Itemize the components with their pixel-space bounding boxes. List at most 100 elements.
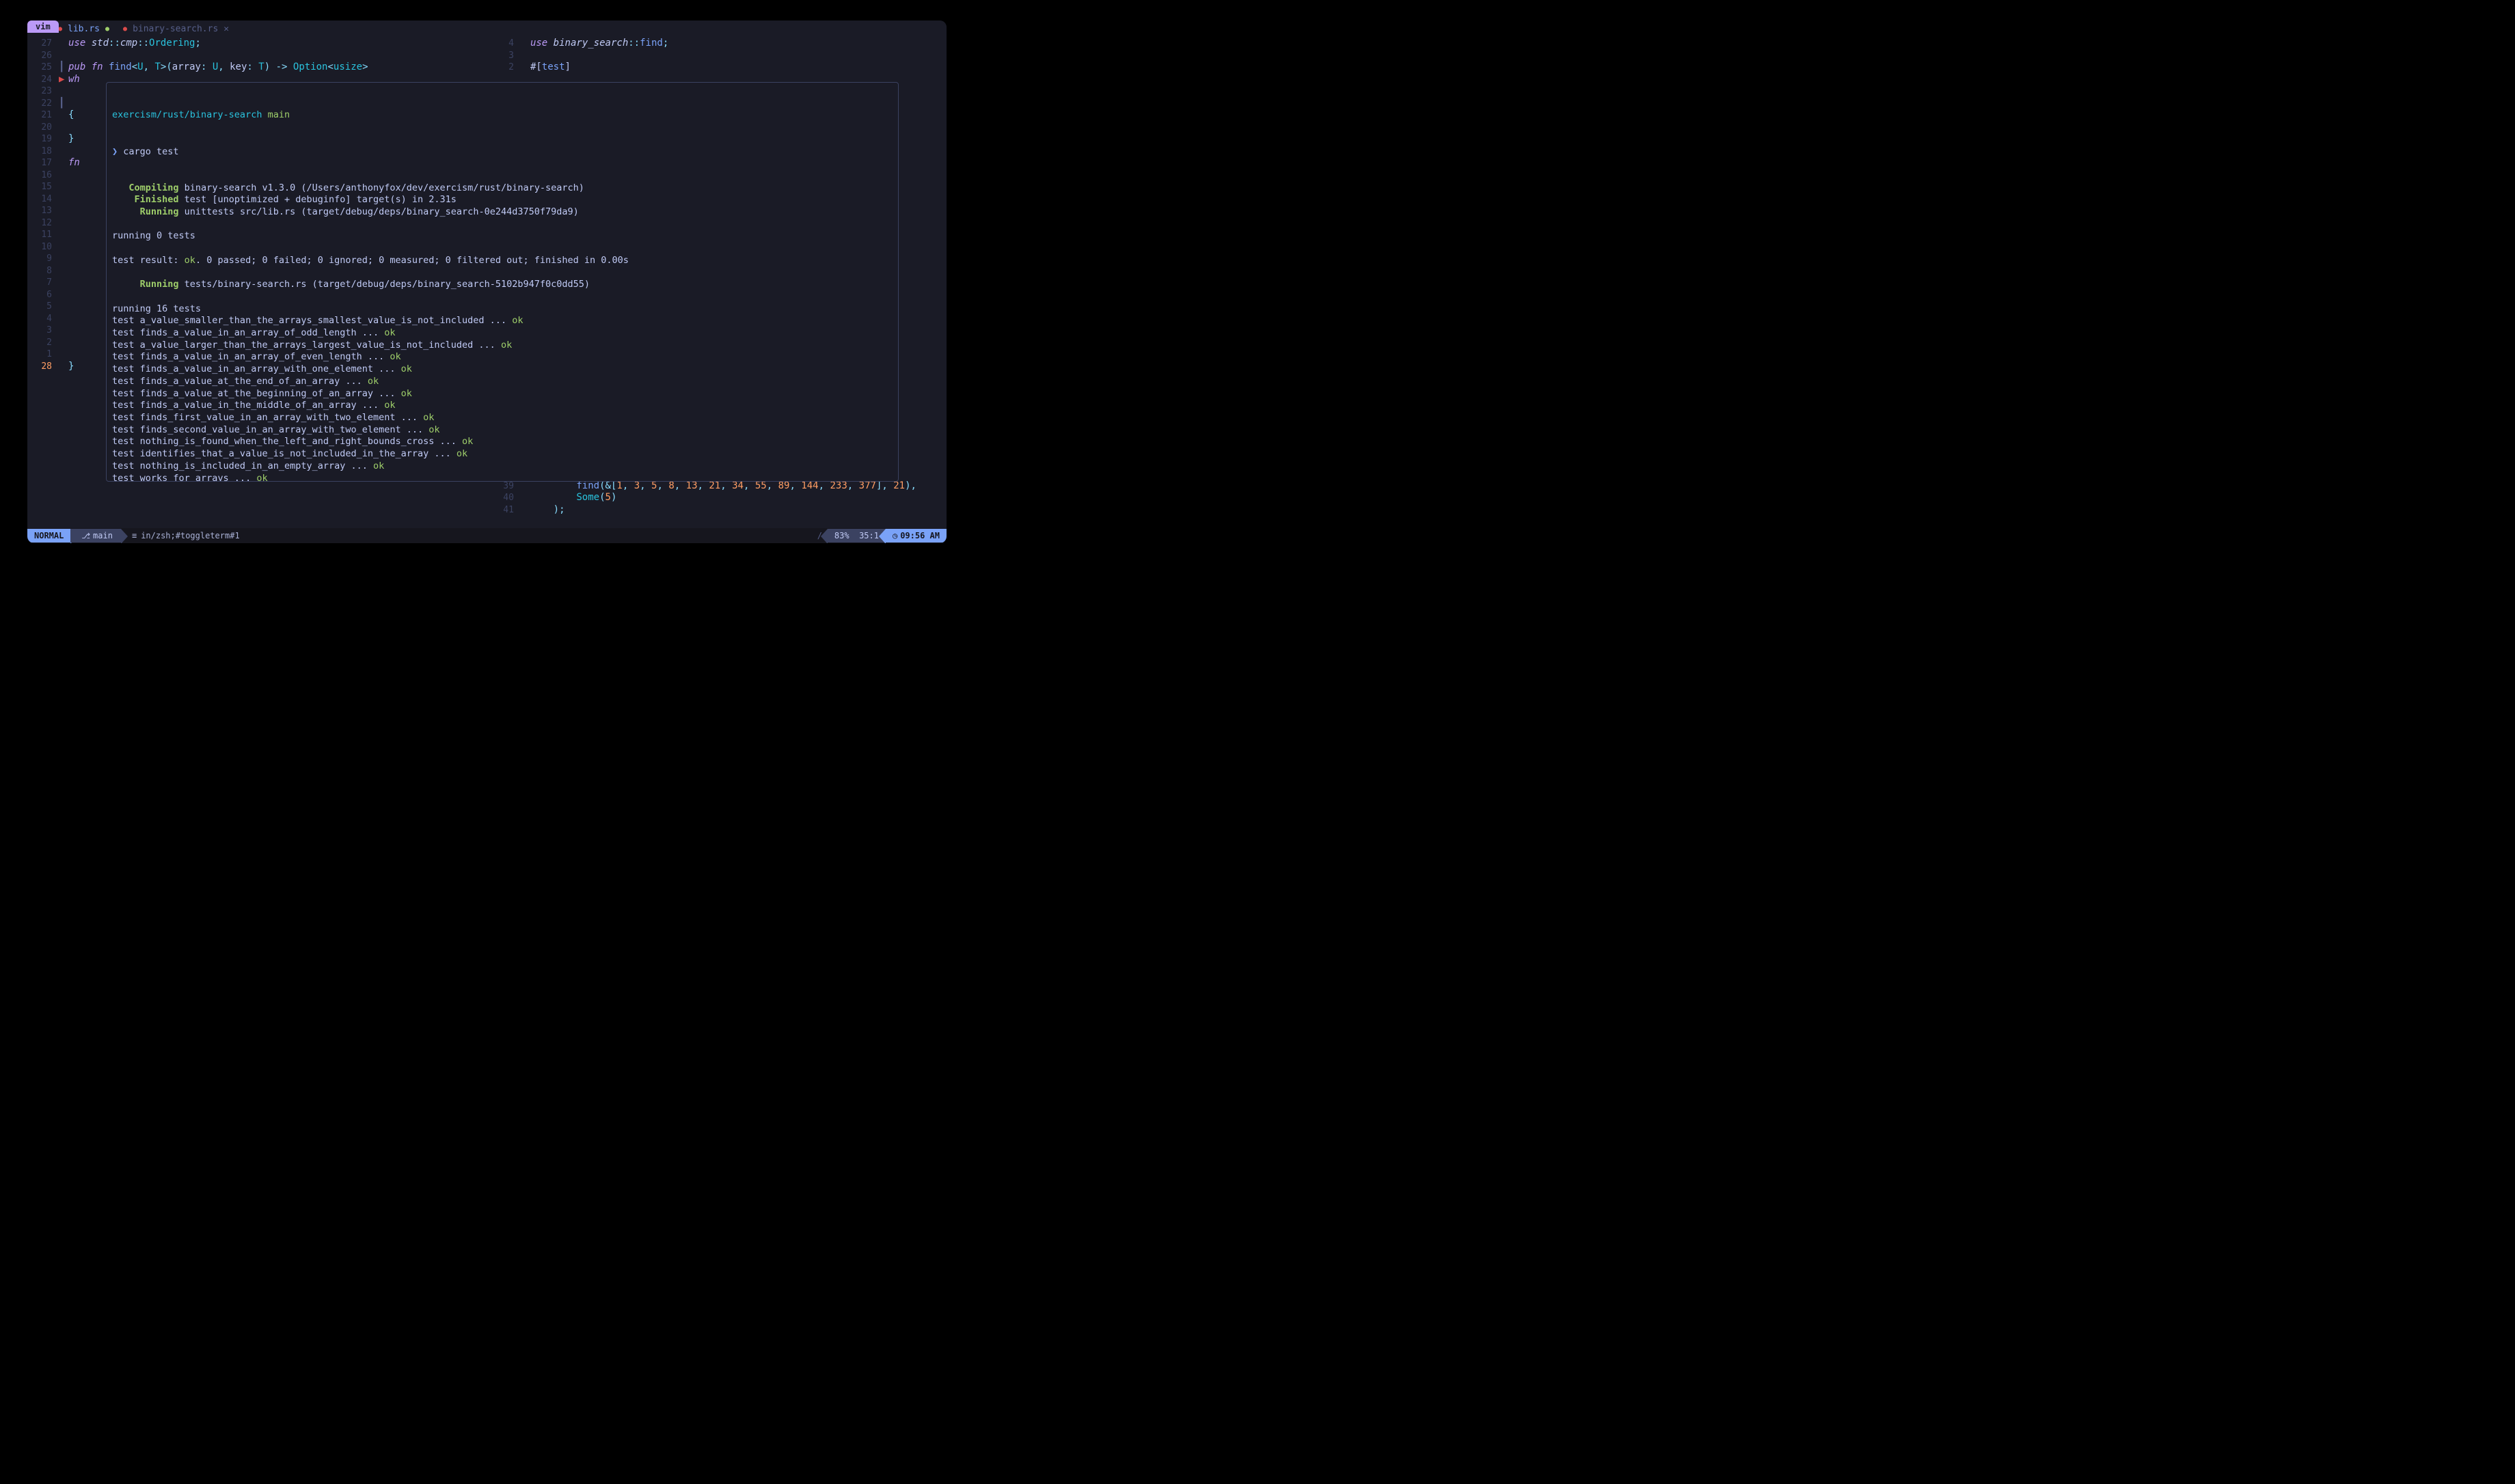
buffer-tab-bar: ● lib.rs ● ● binary-search.rs ✕ — [27, 20, 947, 38]
line-number: 39 — [496, 480, 521, 493]
code-line[interactable]: 2#[test] — [496, 61, 947, 74]
terminal-line: Finished test [unoptimized + debuginfo] … — [112, 194, 893, 206]
mode-text: NORMAL — [34, 531, 64, 540]
terminal-prompt-line: exercism/rust/binary-search main — [112, 109, 893, 122]
terminal-cmd-line: ❯ cargo test — [112, 146, 893, 159]
tab-binary-search-rs[interactable]: ● binary-search.rs ✕ — [123, 24, 229, 34]
line-number: 28 — [34, 361, 59, 373]
gutter-mark-icon — [59, 265, 68, 277]
terminal-line: test nothing_is_included_in_an_empty_arr… — [112, 461, 893, 473]
gutter-mark-icon — [59, 325, 68, 337]
line-number: 40 — [496, 492, 521, 504]
line-number: 18 — [34, 146, 59, 158]
tab-label: lib.rs — [68, 24, 100, 34]
gutter-mark-icon — [59, 146, 68, 158]
editor-area: 27use std::cmp::Ordering;2625┃pub fn fin… — [27, 38, 947, 526]
code-line[interactable]: 3 — [496, 50, 947, 62]
gutter-mark-icon — [59, 217, 68, 230]
prompt-path: exercism/rust/binary-search — [112, 109, 262, 120]
prompt-chevron-icon: ❯ — [112, 146, 118, 157]
code-line[interactable]: 4use binary_search::find; — [496, 38, 947, 50]
file-path: in/zsh;#toggleterm#1 — [141, 531, 240, 540]
line-number: 17 — [34, 157, 59, 169]
terminal-line: test works_for_arrays ... ok — [112, 473, 893, 482]
terminal-line: test finds_a_value_at_the_end_of_an_arra… — [112, 376, 893, 388]
gutter-mark-icon — [59, 122, 68, 134]
line-number: 41 — [496, 504, 521, 517]
line-number: 4 — [34, 313, 59, 325]
line-number: 3 — [34, 325, 59, 337]
clock-segment: 09:56 AM — [886, 529, 947, 542]
terminal-command: cargo test — [123, 146, 178, 157]
line-number: 8 — [34, 265, 59, 277]
terminal-line: test finds_a_value_in_an_array_of_odd_le… — [112, 327, 893, 340]
line-number: 3 — [496, 50, 521, 62]
mode-indicator: NORMAL — [27, 529, 70, 542]
terminal-window: ● lib.rs ● ● binary-search.rs ✕ 27use st… — [27, 20, 947, 543]
code-line[interactable]: 26 — [34, 50, 496, 62]
gutter-mark-icon — [59, 133, 68, 146]
code-content: Some(5) — [530, 492, 947, 504]
statusline-right: / 83% 35:1 09:56 AM — [812, 529, 947, 542]
terminal-line: test finds_second_value_in_an_array_with… — [112, 424, 893, 437]
line-number: 12 — [34, 217, 59, 230]
gutter-mark-icon — [59, 301, 68, 313]
tab-lib-rs[interactable]: ● lib.rs ● — [58, 24, 109, 34]
line-number: 1 — [34, 348, 59, 361]
gutter-mark-icon — [59, 157, 68, 169]
gutter-mark-icon — [59, 169, 68, 182]
line-number: 10 — [34, 241, 59, 253]
terminal-line: test finds_a_value_in_the_middle_of_an_a… — [112, 400, 893, 412]
file-percent: 83% — [834, 531, 849, 540]
close-icon[interactable]: ✕ — [223, 24, 229, 34]
gutter-mark-icon — [59, 38, 68, 50]
line-number: 9 — [34, 253, 59, 265]
gutter — [521, 38, 530, 50]
code-line[interactable]: 41 ); — [496, 504, 947, 517]
floating-terminal[interactable]: exercism/rust/binary-search main ❯ cargo… — [106, 82, 899, 482]
window-title: vim — [36, 22, 51, 31]
rust-file-icon: ● — [58, 25, 62, 33]
terminal-line: test nothing_is_found_when_the_left_and_… — [112, 436, 893, 448]
line-number: 5 — [34, 301, 59, 313]
terminal-line — [112, 219, 893, 231]
gutter — [521, 61, 530, 74]
terminal-line: test a_value_larger_than_the_arrays_larg… — [112, 340, 893, 352]
gutter-mark-icon — [59, 313, 68, 325]
line-number: 24 — [34, 74, 59, 86]
branch-name: main — [93, 531, 113, 540]
modified-indicator-icon: ● — [105, 25, 109, 33]
terminal-line: running 0 tests — [112, 230, 893, 243]
line-number: 2 — [34, 337, 59, 349]
terminal-line — [112, 243, 893, 255]
gutter-mark-icon — [59, 253, 68, 265]
code-line[interactable]: 25┃pub fn find<U, T>(array: U, key: T) -… — [34, 61, 496, 74]
gutter-mark-icon — [59, 348, 68, 361]
gutter-mark-icon — [59, 85, 68, 98]
terminal-line: test finds_a_value_in_an_array_of_even_l… — [112, 351, 893, 363]
tab-label: binary-search.rs — [133, 24, 218, 34]
statusline: NORMAL main in/zsh;#toggleterm#1 / 83% 3… — [27, 528, 947, 543]
line-number: 26 — [34, 50, 59, 62]
terminal-line: test finds_a_value_at_the_beginning_of_a… — [112, 388, 893, 400]
gutter-mark-icon: ▶ — [59, 74, 68, 86]
code-content — [68, 50, 496, 62]
line-number: 25 — [34, 61, 59, 74]
gutter-mark-icon — [59, 193, 68, 206]
terminal-line: test identifies_that_a_value_is_not_incl… — [112, 448, 893, 461]
window-title-tab: vim — [27, 20, 59, 33]
gutter-mark-icon — [59, 337, 68, 349]
gutter-mark-icon: ┃ — [59, 98, 68, 110]
code-line[interactable]: 40 Some(5) — [496, 492, 947, 504]
code-line[interactable]: 27use std::cmp::Ordering; — [34, 38, 496, 50]
clock-time: 09:56 AM — [900, 531, 940, 540]
terminal-line: Running unittests src/lib.rs (target/deb… — [112, 206, 893, 219]
cursor-position: 35:1 — [859, 531, 879, 540]
terminal-line: test a_value_smaller_than_the_arrays_sma… — [112, 315, 893, 327]
file-icon — [132, 531, 141, 540]
code-line[interactable]: 39 find(&[1, 3, 5, 8, 13, 21, 34, 55, 89… — [496, 480, 947, 493]
code-content: use binary_search::find; — [530, 38, 947, 50]
gutter-mark-icon — [59, 181, 68, 193]
gutter — [521, 50, 530, 62]
line-number: 21 — [34, 109, 59, 122]
